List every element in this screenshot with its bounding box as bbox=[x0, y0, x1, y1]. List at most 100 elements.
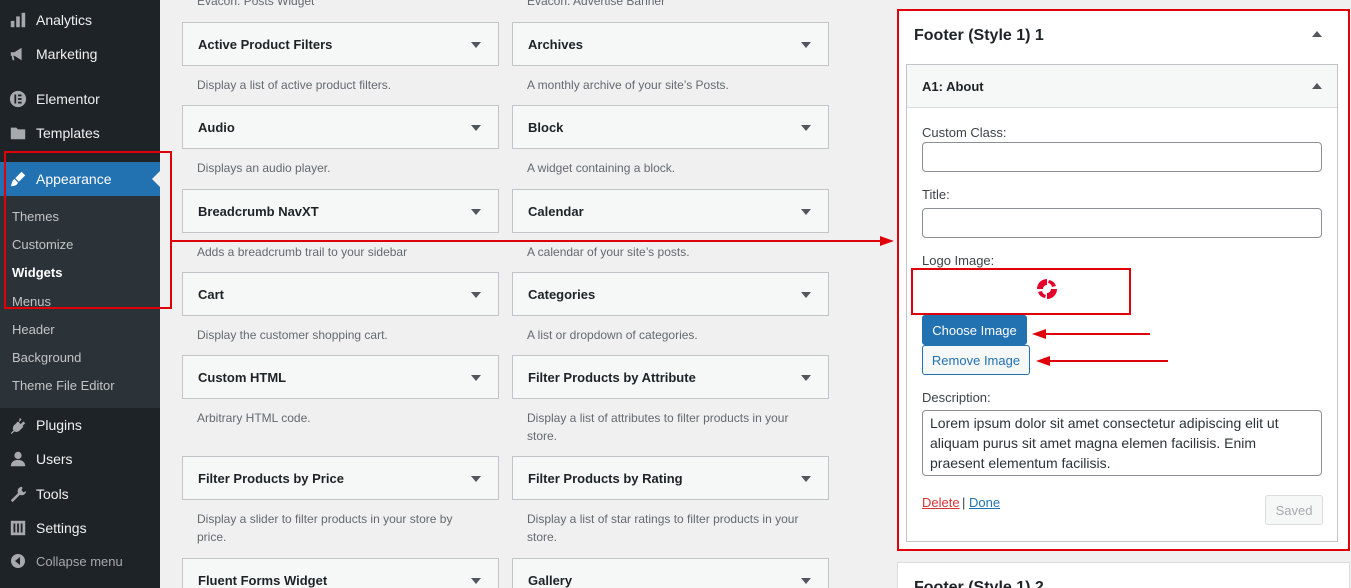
choose-image-button[interactable]: Choose Image bbox=[922, 315, 1027, 345]
widget-title: Filter Products by Price bbox=[198, 470, 344, 486]
description-label: Description: bbox=[922, 390, 991, 405]
widget-title: Audio bbox=[198, 119, 235, 135]
widget-title: Filter Products by Rating bbox=[528, 470, 683, 486]
widget-title: Filter Products by Attribute bbox=[528, 369, 696, 385]
menu-item-users[interactable]: Users bbox=[0, 442, 160, 476]
annotation-arrow-head bbox=[1036, 356, 1050, 366]
submenu-customize[interactable]: Customize bbox=[12, 237, 73, 252]
submenu-theme-file-editor[interactable]: Theme File Editor bbox=[12, 378, 115, 393]
widget-description: Arbitrary HTML code. bbox=[197, 411, 311, 425]
widget-description: Adds a breadcrumb trail to your sidebar bbox=[197, 245, 408, 259]
submenu-widgets[interactable]: Widgets bbox=[12, 265, 62, 280]
menu-item-marketing[interactable]: Marketing bbox=[0, 37, 160, 71]
menu-item-elementor[interactable]: Elementor bbox=[0, 82, 160, 116]
widget-categories[interactable]: Categories bbox=[512, 272, 829, 316]
widget-title: Cart bbox=[198, 286, 225, 302]
annotation-arrow-head bbox=[880, 236, 894, 246]
done-link[interactable]: Done bbox=[969, 495, 1000, 510]
widget-custom-html[interactable]: Custom HTML bbox=[182, 355, 499, 399]
menu-item-tools[interactable]: Tools bbox=[0, 477, 160, 511]
widget-active-product-filters[interactable]: Active Product Filters bbox=[182, 22, 499, 66]
menu-item-settings[interactable]: Settings bbox=[0, 511, 160, 545]
caret-down-icon bbox=[471, 42, 481, 48]
widget-header[interactable]: A1: About bbox=[907, 65, 1337, 108]
menu-label: Analytics bbox=[36, 12, 93, 28]
widget-area-title[interactable]: Footer (Style 1) 1 bbox=[914, 27, 1044, 45]
menu-label: Plugins bbox=[36, 417, 82, 433]
caret-down-icon bbox=[471, 578, 481, 584]
menu-item-templates[interactable]: Templates bbox=[0, 116, 160, 150]
caret-down-icon bbox=[801, 292, 811, 298]
caret-down-icon bbox=[801, 375, 811, 381]
menu-label: Elementor bbox=[36, 91, 100, 107]
widget-description: A monthly archive of your site’s Posts. bbox=[527, 78, 729, 92]
widget-area-title[interactable]: Footer (Style 1) 2 bbox=[914, 579, 1044, 588]
caret-down-icon bbox=[471, 375, 481, 381]
description-textarea[interactable]: Lorem ipsum dolor sit amet consectetur a… bbox=[922, 410, 1322, 476]
settings-icon bbox=[0, 519, 36, 537]
admin-sidebar: Analytics Marketing Elementor Templates … bbox=[0, 0, 160, 588]
submenu-menus[interactable]: Menus bbox=[12, 294, 51, 309]
logo-image-label: Logo Image: bbox=[922, 253, 995, 268]
caret-down-icon bbox=[801, 42, 811, 48]
delete-link[interactable]: Delete bbox=[922, 495, 960, 510]
submenu-themes[interactable]: Themes bbox=[12, 209, 59, 224]
custom-class-label: Custom Class: bbox=[922, 125, 1007, 140]
remove-image-button[interactable]: Remove Image bbox=[922, 345, 1030, 375]
menu-label: Appearance bbox=[36, 171, 112, 187]
menu-item-analytics[interactable]: Analytics bbox=[0, 3, 160, 37]
widget-description: Display a slider to filter products in y… bbox=[197, 512, 453, 544]
widget-area-footer-2: Footer (Style 1) 2 bbox=[897, 562, 1350, 588]
caret-up-icon[interactable] bbox=[1312, 83, 1322, 89]
widget-description: Evacon: Posts Widget bbox=[197, 0, 315, 8]
widget-description: Display a list of star ratings to filter… bbox=[527, 512, 799, 544]
widget-description: Evacon: Advertise Banner bbox=[527, 0, 666, 8]
annotation-arrow-head bbox=[1032, 329, 1046, 339]
collapse-menu-button[interactable]: Collapse menu bbox=[0, 548, 160, 574]
widget-title: Archives bbox=[528, 36, 583, 52]
menu-label: Users bbox=[36, 451, 73, 467]
widget-fluent-forms[interactable]: Fluent Forms Widget bbox=[182, 558, 499, 588]
appearance-submenu: Themes Customize Widgets Menus Header Ba… bbox=[0, 196, 160, 408]
elementor-icon bbox=[0, 90, 36, 108]
widget-archives[interactable]: Archives bbox=[512, 22, 829, 66]
annotation-arrow-line bbox=[172, 240, 882, 242]
caret-down-icon bbox=[801, 476, 811, 482]
user-icon bbox=[0, 450, 36, 468]
widget-calendar[interactable]: Calendar bbox=[512, 189, 829, 233]
wrench-icon bbox=[0, 485, 36, 503]
submenu-header[interactable]: Header bbox=[12, 322, 55, 337]
widget-description: Display a list of active product filters… bbox=[197, 78, 392, 92]
widget-title: A1: About bbox=[922, 79, 984, 94]
widget-title: Block bbox=[528, 119, 564, 135]
caret-down-icon bbox=[471, 476, 481, 482]
custom-class-input[interactable] bbox=[922, 142, 1322, 172]
widget-title: Active Product Filters bbox=[198, 36, 333, 52]
caret-up-icon[interactable] bbox=[1312, 31, 1322, 37]
widget-block[interactable]: Block bbox=[512, 105, 829, 149]
widget-title: Custom HTML bbox=[198, 369, 287, 385]
menu-label: Settings bbox=[36, 520, 87, 536]
widget-cart[interactable]: Cart bbox=[182, 272, 499, 316]
logo-image-preview bbox=[1030, 276, 1064, 302]
widget-title: Fluent Forms Widget bbox=[198, 572, 328, 588]
widget-filter-products-by-attribute[interactable]: Filter Products by Attribute bbox=[512, 355, 829, 399]
caret-down-icon bbox=[801, 578, 811, 584]
bar-chart-icon bbox=[0, 11, 36, 29]
paintbrush-icon bbox=[0, 170, 36, 188]
link-separator: | bbox=[962, 495, 966, 510]
menu-label: Templates bbox=[36, 125, 100, 141]
widget-description: Display a list of attributes to filter p… bbox=[527, 411, 789, 443]
menu-item-appearance[interactable]: Appearance bbox=[0, 162, 160, 196]
title-input[interactable] bbox=[922, 208, 1322, 238]
menu-label: Marketing bbox=[36, 46, 98, 62]
menu-item-plugins[interactable]: Plugins bbox=[0, 408, 160, 442]
widget-gallery[interactable]: Gallery bbox=[512, 558, 829, 588]
widget-title: Gallery bbox=[528, 572, 573, 588]
widget-description: Displays an audio player. bbox=[197, 161, 331, 175]
submenu-background[interactable]: Background bbox=[12, 350, 81, 365]
widget-filter-products-by-rating[interactable]: Filter Products by Rating bbox=[512, 456, 829, 500]
widget-breadcrumb-navxt[interactable]: Breadcrumb NavXT bbox=[182, 189, 499, 233]
widget-audio[interactable]: Audio bbox=[182, 105, 499, 149]
widget-filter-products-by-price[interactable]: Filter Products by Price bbox=[182, 456, 499, 500]
